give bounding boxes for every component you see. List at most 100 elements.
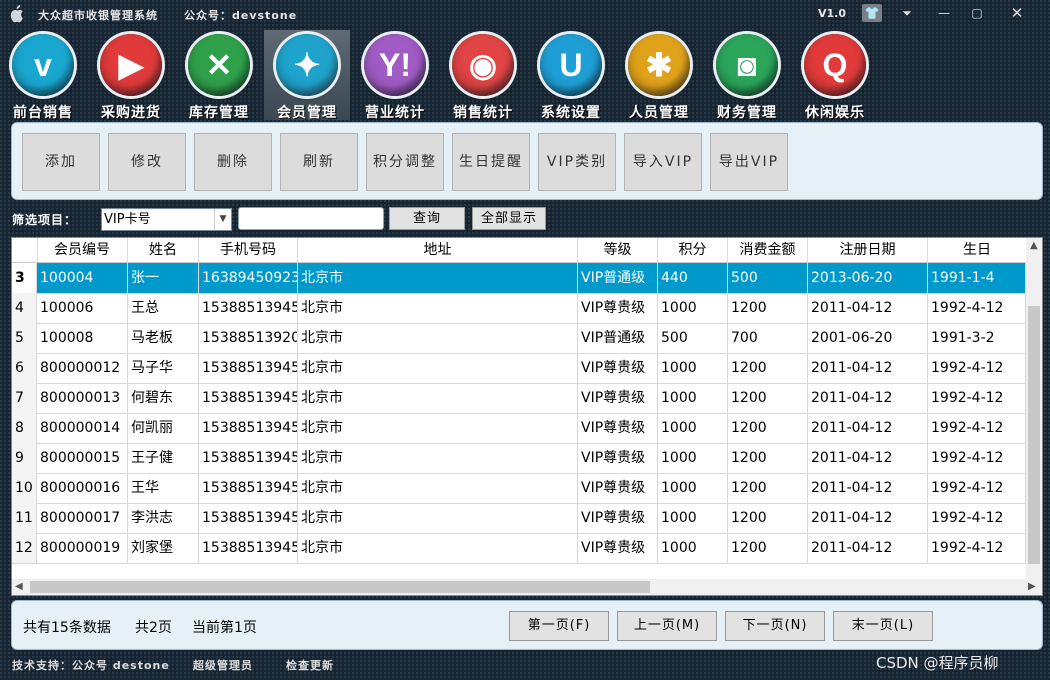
close-icon[interactable]: ✕: [1006, 4, 1028, 22]
table-cell: 1200: [728, 443, 808, 473]
module-sales-stats[interactable]: ◉ 销售统计: [440, 30, 526, 121]
column-header[interactable]: 手机号码: [199, 238, 298, 262]
points-adjust-button[interactable]: 积分调整: [366, 133, 444, 191]
table-cell: 2011-04-12: [808, 383, 928, 413]
import-vip-button[interactable]: 导入VIP: [624, 133, 702, 191]
table-cell: 2011-04-12: [808, 413, 928, 443]
table-row[interactable]: 6 800000012 马子华 15388513945 北京市 VIP尊贵级 1000 120…: [12, 353, 1026, 384]
module-label: 营业统计: [365, 105, 425, 121]
table-cell: 北京市: [298, 413, 578, 443]
table-cell: 1992-4-12: [928, 353, 1026, 383]
row-number: 7: [12, 383, 37, 413]
horizontal-scroll-thumb[interactable]: [30, 581, 650, 593]
column-header[interactable]: 消费金额: [728, 238, 808, 262]
skin-icon[interactable]: 👕: [862, 4, 882, 22]
table-cell: 刘家堡: [128, 533, 199, 563]
chat-icon: ◙: [716, 34, 778, 96]
horizontal-scrollbar[interactable]: ◀ ▶: [12, 579, 1042, 595]
table-row[interactable]: 5 100008 马老板 15388513920 北京市 VIP普通级 500 700 2001…: [12, 323, 1026, 354]
table-cell: 800000016: [37, 473, 128, 503]
module-business-stats[interactable]: Y! 营业统计: [352, 30, 438, 121]
module-members[interactable]: ✦ 会员管理: [264, 30, 350, 121]
chevron-down-icon[interactable]: ▼: [214, 209, 231, 230]
table-cell: 2013-06-20: [808, 263, 928, 293]
table-row[interactable]: 8 800000014 何凯丽 15388513945 北京市 VIP尊贵级 1000 120…: [12, 413, 1026, 444]
table-row[interactable]: 10 800000016 王华 15388513945 北京市 VIP尊贵级 1000 120…: [12, 473, 1026, 504]
table-cell: 1200: [728, 473, 808, 503]
table-cell: 15388513920: [199, 323, 298, 353]
module-label: 销售统计: [453, 105, 513, 121]
table-cell: 1000: [658, 533, 728, 563]
module-label: 前台销售: [13, 105, 73, 121]
refresh-button[interactable]: 刷新: [280, 133, 358, 191]
delete-button[interactable]: 删除: [194, 133, 272, 191]
table-cell: VIP尊贵级: [578, 443, 658, 473]
vertical-scrollbar[interactable]: ▲: [1026, 238, 1042, 579]
row-number: 11: [12, 503, 37, 533]
table-row[interactable]: 12 800000019 刘家堡 15388513945 北京市 VIP尊贵级 1000 12…: [12, 533, 1026, 564]
tech-support-text: 技术支持：公众号 destone: [12, 659, 170, 672]
table-cell: 北京市: [298, 473, 578, 503]
scroll-up-icon[interactable]: ▲: [1030, 240, 1038, 251]
module-label: 采购进货: [101, 105, 161, 121]
query-button[interactable]: 查询: [389, 207, 465, 230]
table-cell: 15388513945: [199, 413, 298, 443]
module-finance[interactable]: ◙ 财务管理: [704, 30, 790, 121]
table-cell: 北京市: [298, 383, 578, 413]
table-row[interactable]: 7 800000013 何碧东 15388513945 北京市 VIP尊贵级 1000 120…: [12, 383, 1026, 414]
next-page-button[interactable]: 下一页(N): [725, 611, 825, 641]
maximize-icon[interactable]: ▢: [966, 4, 988, 22]
module-leisure[interactable]: Q 休闲娱乐: [792, 30, 878, 121]
filter-keyword-input[interactable]: [238, 207, 384, 230]
row-number: 5: [12, 323, 37, 353]
check-update-link[interactable]: 检查更新: [286, 657, 334, 673]
minimize-icon[interactable]: —: [933, 4, 955, 22]
scroll-left-icon[interactable]: ◀: [15, 581, 23, 592]
column-header[interactable]: 等级: [578, 238, 658, 262]
yahoo-icon: Y!: [364, 34, 426, 96]
weibo-icon: ◉: [452, 34, 514, 96]
menu-dropdown-icon[interactable]: ⏷: [896, 4, 918, 22]
column-header[interactable]: 姓名: [128, 238, 199, 262]
table-cell: VIP尊贵级: [578, 473, 658, 503]
column-header[interactable]: 地址: [298, 238, 578, 262]
module-staff[interactable]: ✱ 人员管理: [616, 30, 702, 121]
birthday-reminder-button[interactable]: 生日提醒: [452, 133, 530, 191]
add-button[interactable]: 添加: [22, 133, 100, 191]
prev-page-button[interactable]: 上一页(M): [617, 611, 717, 641]
show-all-button[interactable]: 全部显示: [472, 207, 546, 230]
first-page-button[interactable]: 第一页(F): [509, 611, 609, 641]
table-cell: 1000: [658, 353, 728, 383]
column-header[interactable]: 会员编号: [37, 238, 128, 262]
table-row[interactable]: 9 800000015 王子健 15388513945 北京市 VIP尊贵级 1000 120…: [12, 443, 1026, 474]
table-cell: 2011-04-12: [808, 503, 928, 533]
table-row[interactable]: 4 100006 王总 15388513945 北京市 VIP尊贵级 1000 1200 201…: [12, 293, 1026, 324]
current-page: 当前第1页: [192, 620, 257, 636]
module-purchasing[interactable]: ▶ 采购进货: [88, 30, 174, 121]
edit-button[interactable]: 修改: [108, 133, 186, 191]
table-cell: 何碧东: [128, 383, 199, 413]
xing-icon: ✕: [188, 34, 250, 96]
column-header[interactable]: 生日: [928, 238, 1027, 262]
scroll-right-icon[interactable]: ▶: [1028, 581, 1036, 592]
module-front-sales[interactable]: v 前台销售: [0, 30, 86, 121]
row-number: 3: [12, 263, 37, 293]
table-row[interactable]: 3 100004 张一 16389450923 北京市 VIP普通级 440 500 2013-…: [12, 263, 1026, 294]
column-header[interactable]: 积分: [658, 238, 728, 262]
table-cell: 北京市: [298, 293, 578, 323]
vertical-scroll-thumb[interactable]: [1028, 306, 1040, 564]
export-vip-button[interactable]: 导出VIP: [710, 133, 788, 191]
table-cell: VIP尊贵级: [578, 353, 658, 383]
filter-label: 筛选项目：: [12, 213, 78, 227]
module-inventory[interactable]: ✕ 库存管理: [176, 30, 262, 121]
sparkle-icon: ✦: [276, 34, 338, 96]
module-settings[interactable]: U 系统设置: [528, 30, 614, 121]
table-row[interactable]: 11 800000017 李洪志 15388513945 北京市 VIP尊贵级 1000 12…: [12, 503, 1026, 534]
vip-category-button[interactable]: VIP类别: [538, 133, 616, 191]
last-page-button[interactable]: 末一页(L): [833, 611, 933, 641]
table-cell: 1000: [658, 443, 728, 473]
filter-field-select[interactable]: VIP卡号 ▼: [101, 208, 232, 231]
filter-selected-value: VIP卡号: [104, 212, 151, 227]
member-table[interactable]: 会员编号 姓名 手机号码 地址 等级 积分 消费金额 注册日期 生日 3 1000…: [11, 237, 1043, 596]
column-header[interactable]: 注册日期: [808, 238, 928, 262]
